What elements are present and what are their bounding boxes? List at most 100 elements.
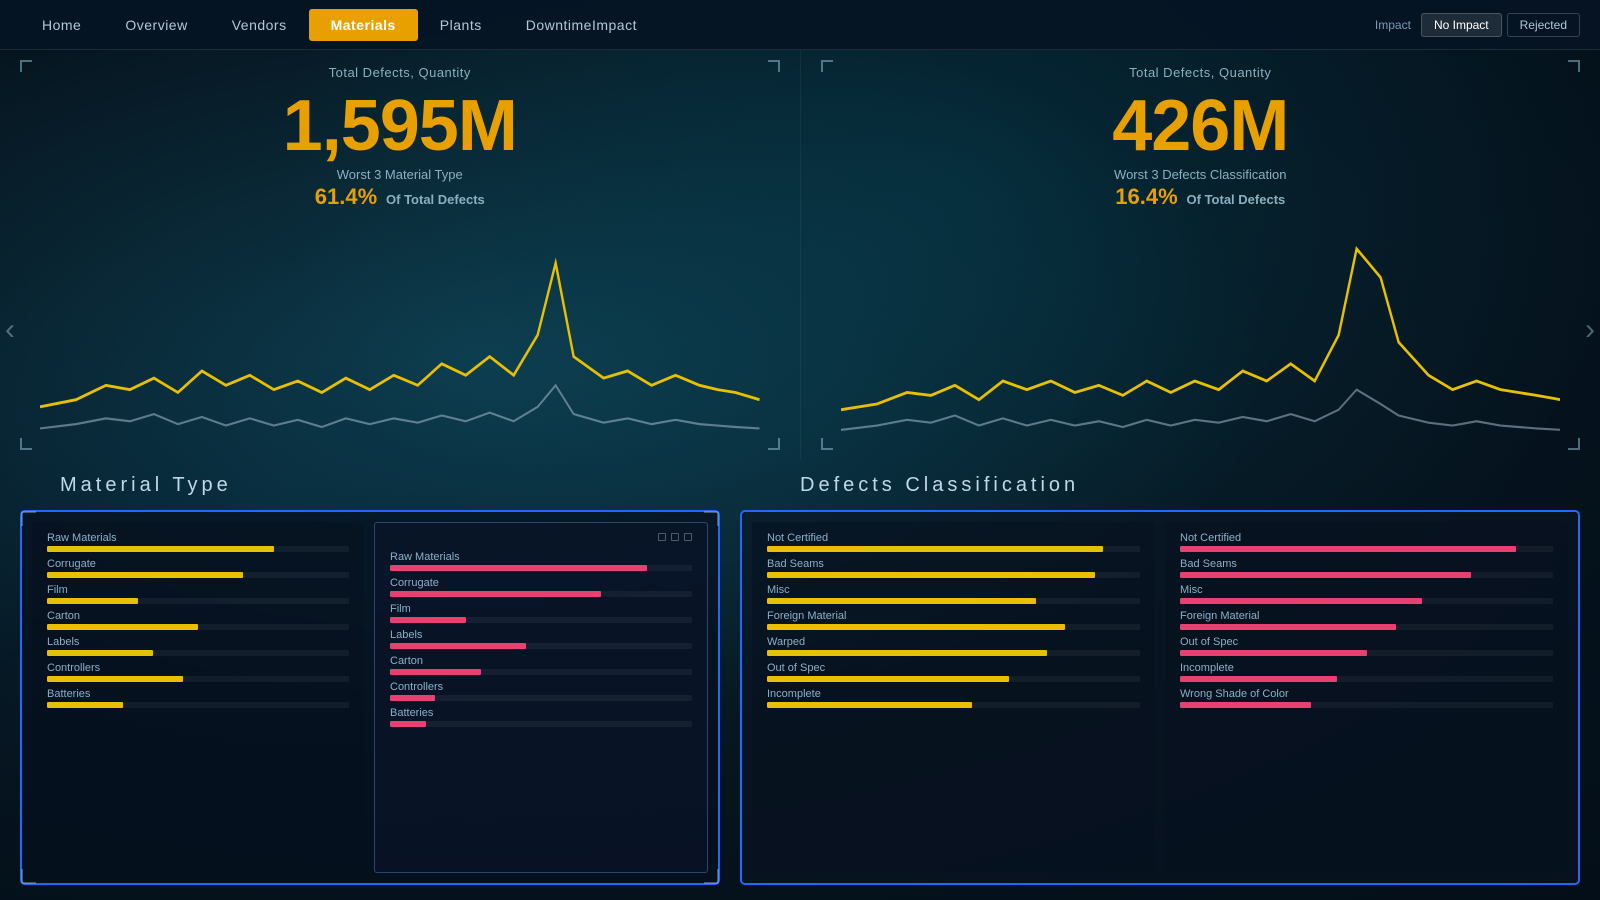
panel-control[interactable]	[684, 533, 692, 541]
right-chart-percent: 16.4% Of Total Defects	[841, 184, 1561, 210]
corner-bl	[20, 438, 32, 450]
nav-vendors[interactable]: Vendors	[210, 9, 309, 41]
bar-fill-yellow	[47, 676, 183, 682]
bar-track	[767, 598, 1140, 604]
right-chart-value: 426M	[841, 90, 1561, 162]
bar-track	[767, 624, 1140, 630]
corner-tl	[20, 60, 32, 72]
bar-fill-yellow	[767, 546, 1103, 552]
bar-item: Not Certified	[767, 532, 1140, 552]
bar-label: Incomplete	[1180, 662, 1553, 674]
right-corner-bl	[821, 438, 833, 450]
bar-fill-yellow	[767, 650, 1047, 656]
bar-track	[390, 721, 692, 727]
bar-track	[767, 546, 1140, 552]
bar-label: Foreign Material	[1180, 610, 1553, 622]
bar-item: Wrong Shade of Color	[1180, 688, 1553, 708]
bar-track	[1180, 702, 1553, 708]
filter-controls: Impact No Impact Rejected	[1375, 13, 1580, 37]
filter-label: Impact	[1375, 18, 1411, 32]
nav-overview[interactable]: Overview	[103, 9, 209, 41]
rejected-filter[interactable]: Rejected	[1507, 13, 1580, 37]
panel-control[interactable]	[658, 533, 666, 541]
defects-classification-panel: Not Certified Bad Seams Misc Foreign Materi…	[740, 510, 1580, 885]
nav-plants[interactable]: Plants	[418, 9, 504, 41]
bar-label: Misc	[767, 584, 1140, 596]
bar-label: Corrugate	[390, 577, 692, 589]
bar-item: Film	[47, 584, 349, 604]
material-type-panel: Raw Materials Corrugate Film Carton Labels Co…	[20, 510, 720, 885]
bar-label: Carton	[47, 610, 349, 622]
bar-track	[767, 650, 1140, 656]
bar-item: Bad Seams	[767, 558, 1140, 578]
nav-downtime[interactable]: DowntimeImpact	[504, 9, 659, 41]
bar-track	[47, 676, 349, 682]
left-chart-title: Total Defects, Quantity	[40, 65, 760, 80]
bar-item: Controllers	[47, 662, 349, 682]
left-chart-subtitle: Worst 3 Material Type	[40, 167, 760, 182]
bar-track	[767, 702, 1140, 708]
charts-section: Total Defects, Quantity 1,595M Worst 3 M…	[0, 50, 1600, 460]
bar-fill-pink	[1180, 572, 1471, 578]
bar-label: Labels	[47, 636, 349, 648]
bar-track	[1180, 676, 1553, 682]
bar-fill-yellow	[47, 572, 243, 578]
bar-label: Out of Spec	[767, 662, 1140, 674]
material-pink-subpanel: Raw MaterialsCorrugateFilmLabelsCartonCo…	[374, 522, 708, 873]
bar-label: Corrugate	[47, 558, 349, 570]
left-chart-value: 1,595M	[40, 90, 760, 162]
left-line-chart	[40, 220, 760, 450]
nav-items: Home Overview Vendors Materials Plants D…	[20, 9, 1375, 41]
panel-control[interactable]	[671, 533, 679, 541]
bar-item: Labels	[390, 629, 692, 649]
bar-label: Foreign Material	[767, 610, 1140, 622]
bar-fill-pink	[1180, 598, 1422, 604]
bar-item: Foreign Material	[1180, 610, 1553, 630]
bar-fill-yellow	[47, 702, 123, 708]
right-chart-title: Total Defects, Quantity	[841, 65, 1561, 80]
bar-fill-pink	[1180, 676, 1337, 682]
bar-fill-yellow	[47, 598, 138, 604]
bar-item: Incomplete	[1180, 662, 1553, 682]
bar-item: Misc	[1180, 584, 1553, 604]
corner-tr	[768, 60, 780, 72]
bar-track	[390, 669, 692, 675]
bar-item: Batteries	[47, 688, 349, 708]
bar-item: Raw Materials	[390, 551, 692, 571]
right-chart-panel: Total Defects, Quantity 426M Worst 3 Def…	[801, 50, 1600, 460]
bar-item: Corrugate	[47, 558, 349, 578]
bar-track	[47, 702, 349, 708]
bar-item: Carton	[47, 610, 349, 630]
bar-fill-yellow	[767, 624, 1065, 630]
next-arrow[interactable]: ›	[1585, 313, 1595, 347]
defects-classification-label: Defects Classification	[800, 474, 1540, 497]
bar-fill-pink	[390, 643, 526, 649]
bar-item: Out of Spec	[1180, 636, 1553, 656]
right-corner-tl	[821, 60, 833, 72]
top-navigation-bar: Home Overview Vendors Materials Plants D…	[0, 0, 1600, 50]
prev-arrow[interactable]: ‹	[5, 313, 15, 347]
bar-item: Warped	[767, 636, 1140, 656]
bar-label: Batteries	[390, 707, 692, 719]
bar-item: Controllers	[390, 681, 692, 701]
nav-home[interactable]: Home	[20, 9, 103, 41]
bar-label: Controllers	[47, 662, 349, 674]
right-line-chart	[841, 220, 1561, 450]
nav-materials[interactable]: Materials	[309, 9, 418, 41]
bar-fill-pink	[1180, 624, 1396, 630]
bar-track	[390, 643, 692, 649]
bar-item: Incomplete	[767, 688, 1140, 708]
bar-fill-pink	[1180, 650, 1367, 656]
bar-fill-yellow	[47, 546, 274, 552]
bar-label: Raw Materials	[47, 532, 349, 544]
no-impact-filter[interactable]: No Impact	[1421, 13, 1502, 37]
bar-label: Bad Seams	[1180, 558, 1553, 570]
bar-fill-pink	[390, 617, 466, 623]
bar-label: Bad Seams	[767, 558, 1140, 570]
bar-label: Labels	[390, 629, 692, 641]
right-corner-br	[1568, 438, 1580, 450]
corner-br	[768, 438, 780, 450]
bar-item: Carton	[390, 655, 692, 675]
bar-fill-pink	[390, 695, 435, 701]
bar-fill-yellow	[767, 572, 1095, 578]
